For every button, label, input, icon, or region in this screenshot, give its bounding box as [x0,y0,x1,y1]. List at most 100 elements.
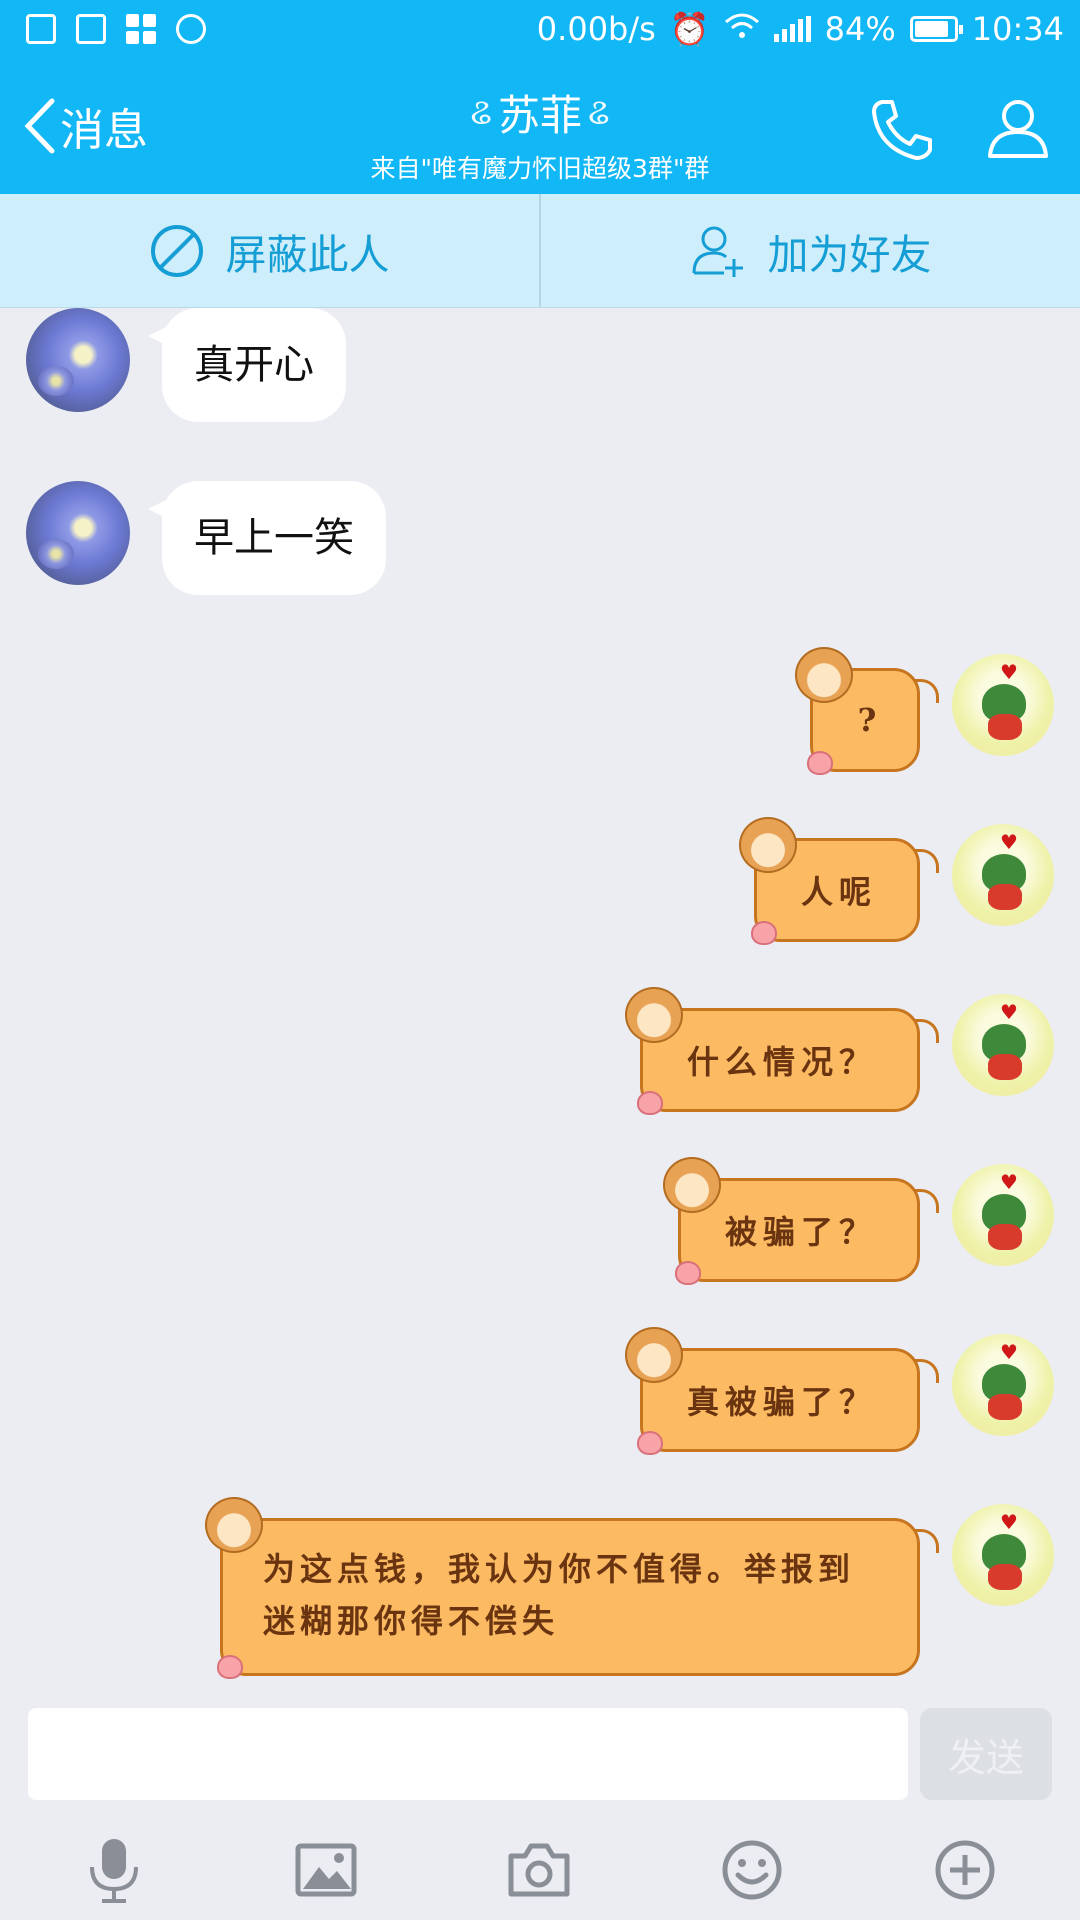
message-outgoing: 为这点钱，我认为你不值得。举报到迷糊那你得不偿失 ♥ [205,1496,1054,1679]
network-speed: 0.00b/s [536,10,656,48]
message-outgoing: ? ♥ [795,646,1054,775]
status-bar: 0.00b/s ⏰ 84% 10:34 [0,0,1080,62]
back-arrow-icon [24,98,55,154]
self-avatar[interactable]: ♥ [952,1334,1054,1436]
group-source: 来自"唯有魔力怀旧超级3群"群 [370,154,710,183]
heart-icon: ♥ [1000,830,1018,854]
signal-icon [773,16,811,42]
message-text: 真被骗了？ [686,1383,877,1421]
peach-icon [217,1655,243,1679]
add-friend-button[interactable]: 加为好友 [539,194,1080,307]
more-dots-icon [176,14,206,44]
contact-name: 苏菲 [497,91,582,140]
alarm-icon: ⏰ [669,10,710,48]
peach-icon [674,1261,701,1285]
gallery-icon [76,14,106,44]
block-button[interactable]: 屏蔽此人 [0,194,539,307]
bubble-tail-icon [915,1529,939,1553]
message-bubble[interactable]: 什么情况？ [624,987,939,1115]
message-text: 什么情况？ [686,1043,877,1081]
self-avatar[interactable]: ♥ [952,1504,1054,1606]
sender-avatar[interactable] [26,481,130,585]
message-input[interactable] [28,1708,908,1800]
self-avatar[interactable]: ♥ [952,994,1054,1096]
notification-icons [26,14,206,44]
message-text: 人呢 [800,873,877,911]
heart-icon: ♥ [1000,1000,1018,1024]
sd-card-icon [26,14,56,44]
heart-icon: ♥ [1000,1340,1018,1364]
wifi-icon [724,10,760,48]
message-outgoing: 什么情况？ ♥ [624,986,1054,1115]
peach-icon [636,1091,663,1115]
battery-icon [909,16,963,42]
monkey-sticker-icon [662,1157,721,1213]
heart-icon: ♥ [1000,1170,1018,1194]
message-incoming: 真开心 [26,308,346,422]
self-avatar[interactable]: ♥ [952,824,1054,926]
profile-button[interactable] [986,96,1050,164]
bubble-tail-icon [915,1359,939,1383]
person-icon [988,100,1048,158]
bubble-tail-icon [915,679,939,703]
message-incoming: 早上一笑 [26,481,386,595]
message-bubble[interactable]: 早上一笑 [148,481,386,595]
send-button[interactable]: 发送 [920,1708,1052,1800]
clock: 10:34 [971,10,1064,48]
message-bubble[interactable]: 真被骗了？ [624,1327,939,1455]
more-button[interactable] [929,1834,1001,1906]
peach-icon [636,1431,663,1455]
voice-button[interactable] [78,1834,150,1906]
monkey-sticker-icon [624,987,683,1043]
message-text: 被骗了？ [724,1213,877,1251]
heart-icon: ♥ [1000,660,1018,684]
monkey-sticker-icon [624,1327,683,1383]
plus-icon [935,1840,995,1900]
emoji-button[interactable] [716,1834,788,1906]
bubble-tail-icon [915,1019,939,1043]
message-text: 为这点钱，我认为你不值得。举报到迷糊那你得不偿失 [263,1550,856,1640]
message-outgoing: 真被骗了？ ♥ [624,1326,1054,1455]
battery-percent: 84% [824,10,896,48]
heart-icon: ♥ [1000,1510,1018,1534]
message-bubble[interactable]: 为这点钱，我认为你不值得。举报到迷糊那你得不偿失 [205,1497,939,1679]
block-label: 屏蔽此人 [225,230,390,279]
sender-avatar[interactable] [26,308,130,412]
message-outgoing: 人呢 ♥ [738,816,1054,945]
block-icon [150,224,203,277]
message-text: ? [857,701,883,739]
back-button[interactable]: 消息 [22,94,148,158]
call-button[interactable] [868,96,936,168]
back-label: 消息 [60,105,148,156]
emoji-icon [722,1840,782,1900]
phone-icon [872,100,932,160]
decor-swirl-icon: ଌ [588,91,610,133]
peach-icon [750,921,777,945]
camera-button[interactable] [503,1834,575,1906]
monkey-sticker-icon [795,647,853,703]
stranger-action-bar: 屏蔽此人 加为好友 [0,194,1080,308]
microphone-icon [90,1839,138,1903]
add-friend-label: 加为好友 [767,230,932,279]
system-status: 0.00b/s ⏰ 84% 10:34 [537,10,1064,48]
add-friend-icon [692,226,743,277]
monkey-sticker-icon [738,817,797,873]
image-icon [295,1843,357,1897]
message-bubble[interactable]: 人呢 [738,817,939,945]
camera-icon [508,1843,570,1897]
photo-button[interactable] [290,1834,362,1906]
self-avatar[interactable]: ♥ [952,1164,1054,1266]
bubble-tail-icon [915,1189,939,1213]
composer: 发送 [0,1700,1080,1810]
peach-icon [807,751,833,775]
composer-toolbar [0,1820,1080,1920]
self-avatar[interactable]: ♥ [952,654,1054,756]
message-bubble[interactable]: 真开心 [148,308,346,422]
message-bubble[interactable]: ? [795,647,939,775]
monkey-sticker-icon [205,1497,263,1553]
message-bubble[interactable]: 被骗了？ [662,1157,939,1285]
bubble-tail-icon [915,849,939,873]
decor-swirl-icon: ଌ [470,91,492,133]
app-grid-icon [126,14,156,44]
message-outgoing: 被骗了？ ♥ [662,1156,1054,1285]
